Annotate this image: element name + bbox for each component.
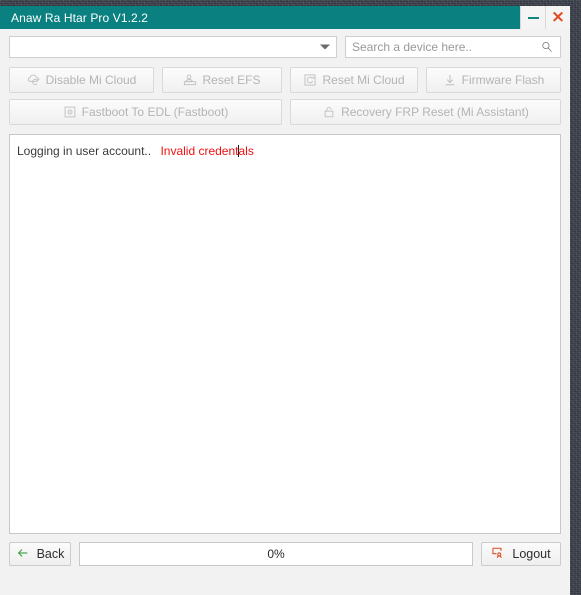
action-buttons-row-1: Disable Mi Cloud Reset EFS Reset Mi Clou…	[0, 67, 570, 93]
log-output-area[interactable]: Logging in user account.. Invalid creden…	[9, 134, 561, 534]
action-buttons-row-2: Fastboot To EDL (Fastboot) Recovery FRP …	[0, 99, 570, 125]
back-button[interactable]: Back	[9, 542, 71, 566]
close-icon: ×	[550, 7, 566, 27]
search-field[interactable]	[345, 36, 561, 58]
logout-user-icon	[491, 546, 505, 563]
chevron-down-icon	[320, 44, 330, 50]
application-window: Anaw Ra Htar Pro V1.2.2 × Search a devic…	[0, 6, 570, 595]
log-line: Logging in user account.. Invalid creden…	[17, 143, 553, 159]
download-arrow-icon	[443, 73, 457, 87]
firmware-flash-label: Firmware Flash	[461, 73, 545, 87]
reset-mi-cloud-button[interactable]: Reset Mi Cloud	[290, 67, 418, 93]
logout-button[interactable]: Logout	[481, 542, 561, 566]
reset-efs-button[interactable]: Reset EFS	[162, 67, 282, 93]
minimize-icon	[527, 16, 539, 19]
chip-icon	[63, 105, 77, 119]
search-input[interactable]	[346, 37, 560, 57]
user-card-icon	[183, 73, 197, 87]
firmware-flash-button[interactable]: Firmware Flash	[426, 67, 561, 93]
lock-icon	[322, 105, 336, 119]
window-controls: ×	[520, 6, 570, 29]
cloud-refresh-icon	[27, 73, 41, 87]
reset-clock-icon	[303, 73, 317, 87]
title-bar[interactable]: Anaw Ra Htar Pro V1.2.2 ×	[0, 6, 570, 29]
fastboot-to-edl-label: Fastboot To EDL (Fastboot)	[81, 105, 229, 119]
device-dropdown[interactable]	[9, 36, 337, 58]
recovery-frp-reset-label: Recovery FRP Reset (Mi Assistant)	[341, 105, 529, 119]
reset-efs-label: Reset EFS	[202, 73, 261, 87]
disable-mi-cloud-label: Disable Mi Cloud	[45, 73, 137, 87]
log-line-status: Logging in user account..	[17, 144, 152, 158]
bottom-bar: Back 0% Logout	[0, 534, 570, 566]
log-line-error-suffix: als	[238, 144, 254, 158]
logout-label: Logout	[512, 547, 551, 561]
search-icon	[542, 41, 552, 52]
disable-mi-cloud-button[interactable]: Disable Mi Cloud	[9, 67, 154, 93]
window-title: Anaw Ra Htar Pro V1.2.2	[11, 10, 149, 25]
progress-percent-label: 0%	[267, 547, 285, 561]
reset-mi-cloud-label: Reset Mi Cloud	[322, 73, 405, 87]
fastboot-to-edl-button[interactable]: Fastboot To EDL (Fastboot)	[9, 99, 282, 125]
minimize-button[interactable]	[520, 6, 545, 29]
close-button[interactable]: ×	[545, 6, 570, 29]
log-line-error-prefix: Invalid credent	[160, 144, 239, 158]
back-label: Back	[36, 547, 65, 561]
arrow-left-icon	[16, 546, 30, 563]
recovery-frp-reset-button[interactable]: Recovery FRP Reset (Mi Assistant)	[290, 99, 561, 125]
progress-bar: 0%	[79, 542, 473, 566]
device-selector-row	[0, 29, 570, 58]
